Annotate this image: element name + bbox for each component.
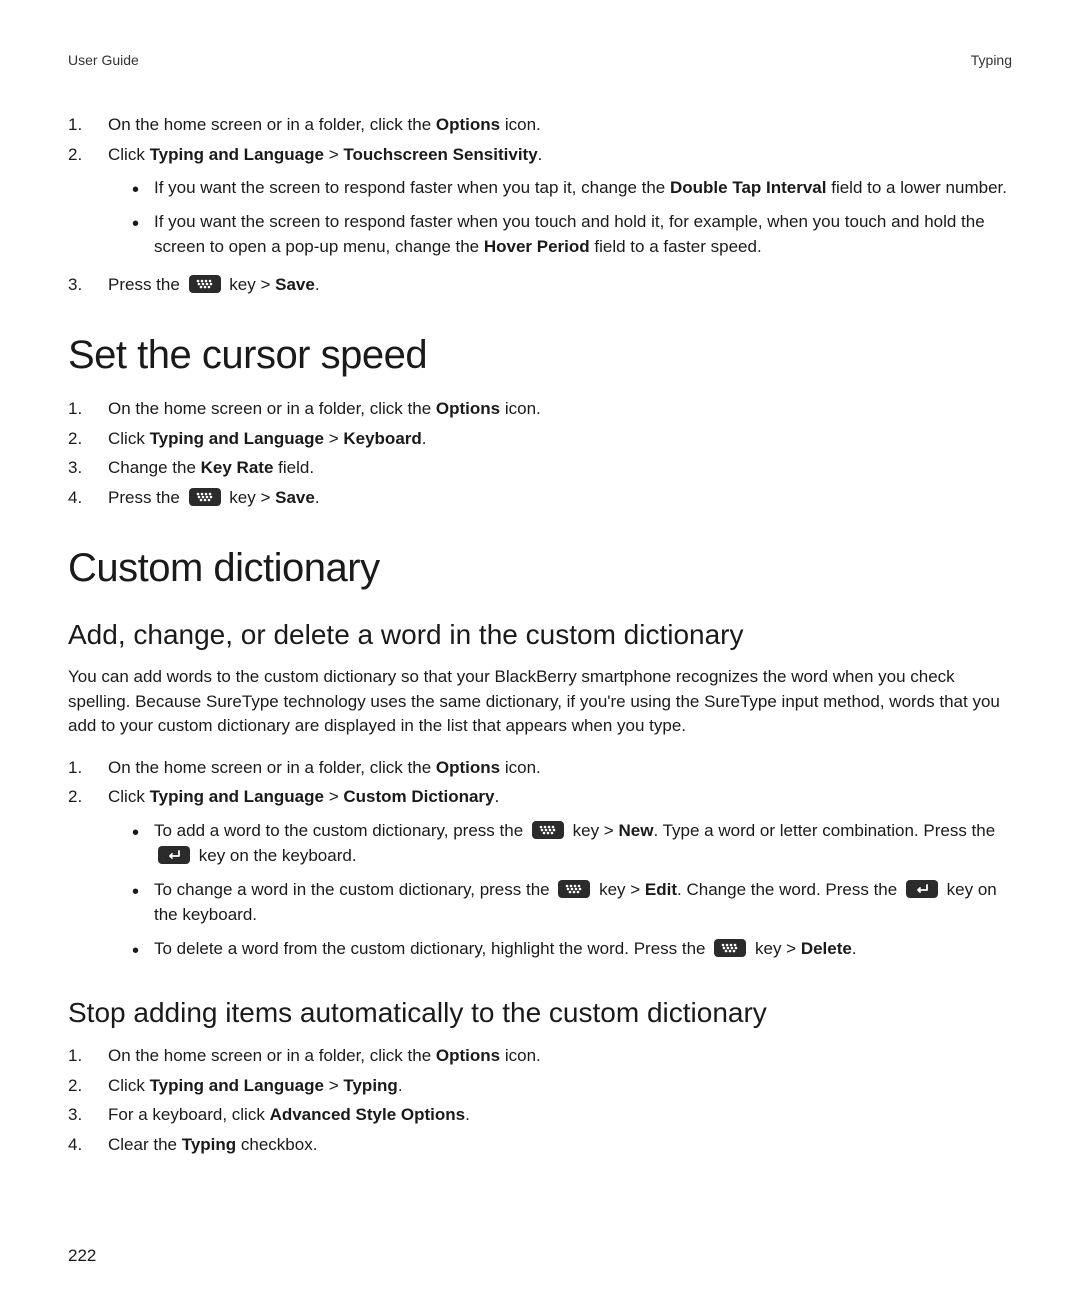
step-item: 2. Click Typing and Language > Keyboard. [68,426,1012,452]
step-number: 3. [68,455,108,481]
step-item: 3. Press the key > Save. [68,272,1012,298]
bullet-item: If you want the screen to respond faster… [132,175,1012,201]
section-c1-steps: 1. On the home screen or in a folder, cl… [68,755,1012,970]
page-header: User Guide Typing [68,52,1012,68]
header-right: Typing [971,52,1012,68]
step-item: 2. Click Typing and Language > Touchscre… [68,142,1012,268]
subheading-add-change-delete: Add, change, or delete a word in the cus… [68,619,1012,651]
step-number: 1. [68,396,108,422]
step-number: 3. [68,272,108,298]
step-item: 3. Change the Key Rate field. [68,455,1012,481]
step-number: 1. [68,755,108,781]
menu-key-icon [558,880,590,898]
menu-key-icon [532,821,564,839]
step-text: On the home screen or in a folder, click… [108,1043,1012,1069]
intro-paragraph: You can add words to the custom dictiona… [68,665,1012,739]
step-text: Click Typing and Language > Typing. [108,1073,1012,1099]
dictionary-action-bullets: To add a word to the custom dictionary, … [132,818,1012,962]
step-text: Click Typing and Language > Custom Dicti… [108,784,1012,969]
step-sub-bullets: If you want the screen to respond faster… [132,175,1012,260]
step-number: 1. [68,112,108,138]
menu-key-icon [189,275,221,293]
step-item: 1. On the home screen or in a folder, cl… [68,755,1012,781]
step-number: 2. [68,426,108,452]
bullet-item: To add a word to the custom dictionary, … [132,818,1012,869]
step-number: 2. [68,784,108,810]
step-text: For a keyboard, click Advanced Style Opt… [108,1102,1012,1128]
step-number: 2. [68,142,108,168]
step-item: 2. Click Typing and Language > Custom Di… [68,784,1012,969]
section-a-steps: 1. On the home screen or in a folder, cl… [68,112,1012,297]
bullet-item: If you want the screen to respond faster… [132,209,1012,260]
enter-key-icon [158,846,190,864]
section-b-steps: 1. On the home screen or in a folder, cl… [68,396,1012,510]
bullet-item: To change a word in the custom dictionar… [132,877,1012,928]
step-item: 4. Clear the Typing checkbox. [68,1132,1012,1158]
step-item: 3. For a keyboard, click Advanced Style … [68,1102,1012,1128]
step-text: Clear the Typing checkbox. [108,1132,1012,1158]
step-number: 3. [68,1102,108,1128]
header-left: User Guide [68,52,139,68]
step-text: Click Typing and Language > Keyboard. [108,426,1012,452]
step-text: Press the key > Save. [108,272,1012,298]
step-text: Press the key > Save. [108,485,1012,511]
step-number: 4. [68,485,108,511]
step-text: On the home screen or in a folder, click… [108,396,1012,422]
heading-custom-dictionary: Custom dictionary [68,546,1012,591]
menu-key-icon [189,488,221,506]
step-text: On the home screen or in a folder, click… [108,755,1012,781]
step-item: 4. Press the key > Save. [68,485,1012,511]
step-number: 1. [68,1043,108,1069]
step-text: Change the Key Rate field. [108,455,1012,481]
heading-set-cursor-speed: Set the cursor speed [68,333,1012,378]
bullet-item: To delete a word from the custom diction… [132,936,1012,962]
step-item: 1. On the home screen or in a folder, cl… [68,1043,1012,1069]
menu-key-icon [714,939,746,957]
step-text: Click Typing and Language > Touchscreen … [108,142,1012,268]
subheading-stop-adding: Stop adding items automatically to the c… [68,997,1012,1029]
step-number: 4. [68,1132,108,1158]
step-item: 1. On the home screen or in a folder, cl… [68,396,1012,422]
section-c2-steps: 1. On the home screen or in a folder, cl… [68,1043,1012,1157]
step-item: 2. Click Typing and Language > Typing. [68,1073,1012,1099]
step-number: 2. [68,1073,108,1099]
step-text: On the home screen or in a folder, click… [108,112,1012,138]
step-item: 1. On the home screen or in a folder, cl… [68,112,1012,138]
page-number: 222 [68,1246,96,1266]
enter-key-icon [906,880,938,898]
document-page: User Guide Typing 1. On the home screen … [0,0,1080,1296]
